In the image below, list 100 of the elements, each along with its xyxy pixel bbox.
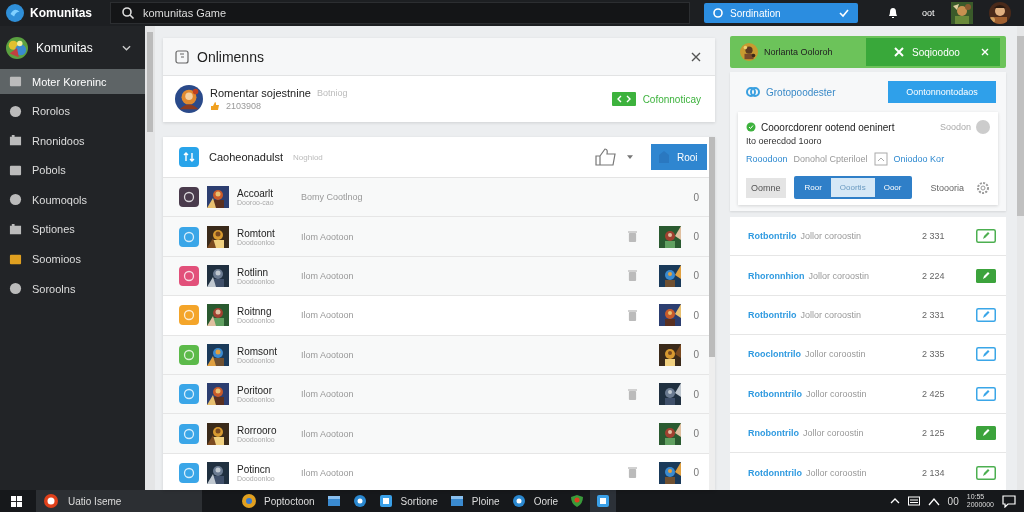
link[interactable]: Oniodoo Kor: [893, 154, 945, 164]
edit-icon[interactable]: [976, 386, 996, 401]
circle-icon: [712, 7, 724, 19]
entry-description: Jollor coroostin: [806, 388, 868, 399]
item-name: Rorrooro: [237, 424, 278, 436]
bell-icon[interactable]: [886, 6, 900, 20]
notification-icon[interactable]: [1002, 494, 1016, 508]
item-name: Rotlinn: [237, 266, 270, 278]
scrollbar[interactable]: [145, 26, 155, 490]
item-name: Potincn: [237, 463, 272, 475]
trash-icon[interactable]: [628, 270, 637, 282]
scrollbar[interactable]: [1017, 26, 1024, 490]
trash-icon[interactable]: [628, 388, 637, 400]
segment-button[interactable]: Ooortis: [830, 178, 875, 197]
item-description: Ilom Aootoon: [301, 270, 355, 281]
trash-icon[interactable]: [628, 467, 637, 479]
banner-button[interactable]: Soqioodoo: [866, 38, 1000, 66]
close-button[interactable]: [691, 51, 701, 62]
edit-icon[interactable]: [976, 307, 996, 322]
action-button[interactable]: Rooi: [651, 144, 707, 170]
sidebar-item[interactable]: Rorolos: [0, 98, 145, 124]
edit-icon[interactable]: [976, 268, 996, 283]
info-text: Donohol Cpteriloel: [793, 154, 868, 164]
menu-icon: [9, 163, 22, 177]
app-icon: [242, 494, 256, 508]
cancel-button[interactable]: Oomne: [746, 177, 786, 198]
entry-value: 2 224: [922, 270, 946, 281]
window-icon: [873, 152, 888, 166]
keyboard-icon[interactable]: [907, 495, 920, 507]
app-icon: [511, 494, 526, 508]
app-icon: [378, 494, 393, 508]
primary-button[interactable]: Oontonnontodaos: [888, 81, 996, 103]
trash-icon[interactable]: [628, 231, 637, 243]
taskbar-icon[interactable]: [590, 490, 617, 512]
sidebar-item[interactable]: Pobols: [0, 157, 145, 183]
entry-description: Jollor coroostin: [800, 309, 863, 320]
entry-name[interactable]: Rooclontrilo: [748, 349, 801, 360]
item-count: 0: [692, 191, 699, 203]
item-description: Ilom Aootoon: [301, 349, 355, 360]
item-name: Accoarlt: [237, 188, 275, 200]
taskbar-button[interactable]: Poptoctoon: [236, 490, 321, 512]
profile-meta: 2103908: [226, 101, 262, 111]
sidebar-item[interactable]: Soomioos: [0, 246, 145, 272]
start-icon[interactable]: [11, 495, 22, 507]
sidebar-item[interactable]: Rnonidoos: [0, 128, 145, 154]
entry-value: 2 335: [922, 349, 946, 360]
item-count: 0: [692, 270, 699, 282]
entry-name[interactable]: Rotdonntrilo: [748, 467, 802, 478]
sidebar-item[interactable]: Koumoqols: [0, 187, 145, 213]
scrollbar[interactable]: [709, 137, 715, 490]
entry-name[interactable]: Rotbontrilo: [748, 309, 797, 320]
thumbs-up-icon[interactable]: [595, 148, 617, 166]
dropdown-button[interactable]: Sordination: [704, 3, 858, 23]
app-name: Komunitas: [30, 6, 92, 20]
trash-icon[interactable]: [628, 309, 637, 321]
item-count: 0: [692, 231, 699, 243]
ring-icon: [44, 494, 58, 508]
list-subtitle: Noghiod: [293, 152, 323, 162]
edit-icon[interactable]: [976, 229, 996, 244]
item-description: Ilom Aootoon: [301, 310, 355, 321]
entry-name[interactable]: Rotbonntrilo: [748, 388, 802, 399]
sort-label: Stoooria: [930, 182, 965, 193]
sidebar-item[interactable]: Moter Koreninc: [0, 69, 145, 94]
chevron-up-icon[interactable]: [889, 496, 900, 506]
link[interactable]: Rooodoon: [746, 154, 788, 164]
entry-name[interactable]: Rotbontrilo: [748, 231, 797, 242]
app-icon: [449, 494, 464, 508]
edit-icon[interactable]: [976, 465, 996, 480]
item-name: Romsont: [237, 345, 278, 357]
item-description: Ilom Aootoon: [301, 428, 355, 439]
edit-icon[interactable]: [976, 426, 996, 441]
info-note: Ito oerecdod 1ooro: [746, 136, 823, 146]
item-count: 0: [692, 349, 699, 361]
action-link[interactable]: Cofonnoticay: [642, 93, 701, 105]
item-description: Ilom Aootoon: [301, 231, 355, 242]
entry-name[interactable]: Rnobontrilo: [748, 428, 799, 439]
entry-value: 2 125: [922, 428, 946, 439]
chevron-icon[interactable]: [122, 44, 131, 51]
taskbar-button[interactable]: Oorie: [505, 490, 565, 512]
item-description: Bomy Cootlnog: [301, 192, 364, 203]
search-icon: [121, 6, 135, 20]
caret-icon[interactable]: [627, 155, 633, 159]
search-field[interactable]: komunitas Game: [110, 2, 690, 24]
edit-icon[interactable]: [976, 347, 996, 362]
menu-icon: [9, 252, 22, 266]
list-title: Caoheonadulst: [209, 151, 283, 163]
taskbar-button[interactable]: Sortione: [372, 490, 444, 512]
entry-description: Jollor coroostin: [800, 231, 863, 242]
gear-icon[interactable]: [976, 180, 990, 195]
taskbar-search[interactable]: Uatio Iseme: [36, 490, 202, 512]
profile-name: Komunitas: [36, 40, 94, 55]
sidebar-item[interactable]: Soroolns: [0, 276, 145, 302]
entry-value: 2 425: [922, 388, 946, 399]
status-text: oot: [922, 8, 935, 18]
menu-icon: [9, 134, 22, 148]
code-icon[interactable]: [611, 92, 636, 106]
item-description: Ilom Aootoon: [301, 389, 355, 400]
taskbar-button[interactable]: Ploine: [443, 490, 506, 512]
sidebar-item[interactable]: Sptiones: [0, 216, 145, 242]
entry-name[interactable]: Rhoronnhion: [748, 270, 805, 281]
